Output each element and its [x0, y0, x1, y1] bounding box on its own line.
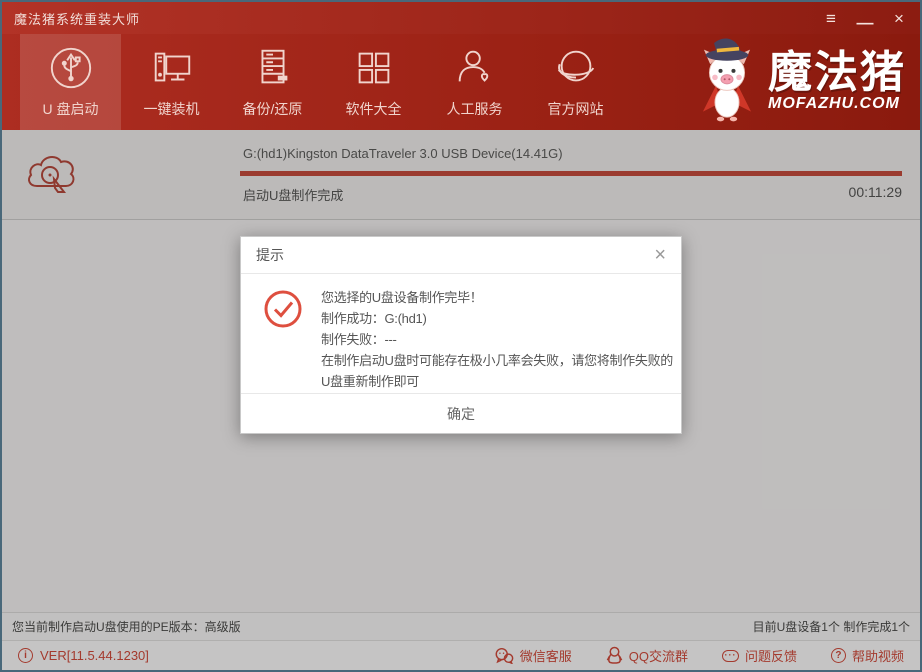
dialog-close-icon[interactable]: × — [654, 245, 666, 265]
dialog-message-line: 在制作启动U盘时可能存在极小几率会失败，请您将制作失败的 — [321, 350, 667, 371]
confirm-button[interactable]: 确定 — [407, 398, 515, 430]
app-title: 魔法猪系统重装大师 — [14, 9, 140, 28]
apps-grid-icon — [351, 45, 397, 91]
nav-label: 人工服务 — [447, 99, 503, 119]
logo-brand: 魔法猪 — [768, 51, 906, 95]
close-icon[interactable]: × — [890, 10, 908, 27]
tip-dialog: 提示 × 您选择的U盘设备制作完毕！ 制作成功：G:(hd1) 制作失败：---… — [240, 236, 682, 434]
dialog-header: 提示 × — [241, 237, 681, 274]
brand-logo[interactable]: 魔法猪 MOFAZHU.COM — [690, 34, 920, 130]
nav-label: 一键装机 — [144, 99, 200, 119]
dialog-body: 您选择的U盘设备制作完毕！ 制作成功：G:(hd1) 制作失败：--- 在制作启… — [241, 274, 681, 393]
success-check-icon — [263, 289, 303, 329]
nav-item-backup-restore[interactable]: 备份/还原 — [222, 34, 323, 130]
dialog-message-line: 您选择的U盘设备制作完毕！ — [321, 287, 667, 308]
person-service-icon — [452, 45, 498, 91]
backup-restore-icon — [250, 45, 296, 91]
title-bar: 魔法猪系统重装大师 ≡ — × — [2, 2, 920, 34]
nav-item-software[interactable]: 软件大全 — [323, 34, 424, 130]
menu-icon[interactable]: ≡ — [822, 10, 840, 27]
nav-item-website[interactable]: 官方网站 — [525, 34, 626, 130]
minimize-icon[interactable]: — — [856, 14, 874, 31]
nav-label: U 盘启动 — [43, 99, 99, 119]
nav-label: 官方网站 — [548, 99, 604, 119]
nav-item-one-key-install[interactable]: 一键装机 — [121, 34, 222, 130]
dialog-message-line: 制作成功：G:(hd1) — [321, 308, 667, 329]
usb-icon — [48, 45, 94, 91]
dialog-footer: 确定 — [241, 393, 681, 433]
nav-label: 软件大全 — [346, 99, 402, 119]
nav-item-usb-boot[interactable]: U 盘启动 — [20, 34, 121, 130]
logo-text: 魔法猪 MOFAZHU.COM — [768, 51, 906, 113]
computer-icon — [149, 45, 195, 91]
nav-label: 备份/还原 — [243, 99, 303, 119]
dialog-message-line: 制作失败：--- — [321, 329, 667, 350]
dialog-title: 提示 — [256, 245, 284, 265]
main-nav: U 盘启动 一键装机 备份/还原 软件大全 — [2, 34, 920, 130]
app-window: 魔法猪系统重装大师 ≡ — × U 盘启动 一键装机 — [0, 0, 922, 672]
pig-mascot-icon — [690, 36, 764, 128]
dialog-message-line: U盘重新制作即可 — [321, 371, 667, 392]
nav-item-service[interactable]: 人工服务 — [424, 34, 525, 130]
logo-domain: MOFAZHU.COM — [768, 95, 906, 113]
globe-icon — [553, 45, 599, 91]
window-controls: ≡ — × — [822, 10, 908, 27]
